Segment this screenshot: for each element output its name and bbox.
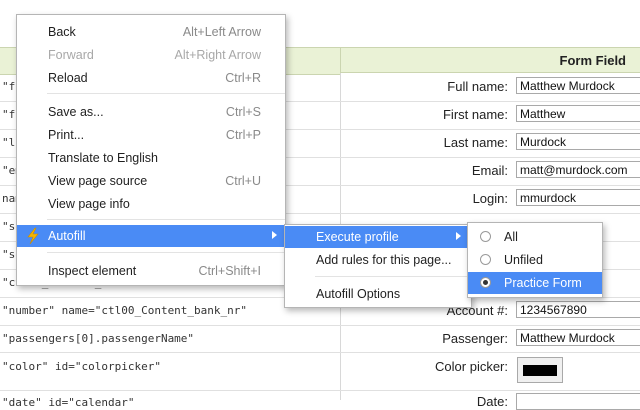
menu-item-shortcut: Alt+Left Arrow: [182, 25, 261, 39]
field-label-last-name: Last name:: [443, 135, 508, 150]
menu-item-shortcut: Ctrl+P: [225, 128, 261, 142]
menu-item-view-page-info[interactable]: View page info: [17, 193, 285, 215]
lightning-bolt-icon: [27, 227, 39, 245]
radio-button[interactable]: [480, 254, 491, 265]
code-snippet: "date" id="calendar": [2, 396, 135, 409]
code-snippet: "passengers[0].passengerName": [2, 332, 195, 345]
menu-item-inspect[interactable]: Inspect element Ctrl+Shift+I: [17, 260, 285, 282]
profile-option-unfiled[interactable]: Unfiled: [468, 249, 602, 271]
field-label-date: Date:: [476, 394, 508, 409]
row-divider: [0, 325, 640, 326]
menu-item-label: Inspect element: [48, 264, 137, 278]
menu-item-shortcut: Ctrl+Shift+I: [198, 264, 261, 278]
menu-separator: [47, 252, 285, 253]
submenu-arrow-icon: [272, 231, 277, 239]
radio-button[interactable]: [480, 231, 491, 242]
email-input[interactable]: matt@murdock.com: [516, 161, 640, 178]
row-divider: [0, 390, 640, 391]
menu-item-autofill[interactable]: Autofill: [17, 225, 285, 247]
menu-item-label: Execute profile: [316, 230, 399, 244]
field-label-full-name: Full name:: [447, 79, 508, 94]
autofill-submenu: Execute profile Add rules for this page.…: [284, 224, 472, 308]
menu-item-save-as[interactable]: Save as... Ctrl+S: [17, 101, 285, 123]
menu-item-label: Unfiled: [504, 253, 543, 267]
menu-item-label: All: [504, 230, 518, 244]
code-snippet: "color" id="colorpicker": [2, 360, 161, 373]
color-picker[interactable]: [517, 357, 563, 383]
menu-item-translate[interactable]: Translate to English: [17, 147, 285, 169]
menu-item-back[interactable]: Back Alt+Left Arrow: [17, 21, 285, 43]
field-label-login: Login:: [472, 191, 508, 206]
submenu-arrow-icon: [456, 232, 461, 240]
code-snippet: "number" name="ctl00_Content_bank_nr": [2, 304, 248, 317]
menu-item-label: Autofill: [48, 229, 86, 243]
menu-item-label: View page source: [48, 174, 148, 188]
menu-item-label: Print...: [48, 128, 85, 142]
radio-button-selected[interactable]: [480, 277, 491, 288]
form-field-header: Form Field: [559, 53, 626, 68]
profile-option-all[interactable]: All: [468, 226, 602, 248]
menu-item-shortcut: Alt+Right Arrow: [174, 48, 262, 62]
menu-item-label: Add rules for this page...: [316, 253, 452, 267]
menu-item-shortcut: Ctrl+R: [225, 71, 261, 85]
menu-item-view-source[interactable]: View page source Ctrl+U: [17, 170, 285, 192]
passenger-input[interactable]: Matthew Murdock: [516, 329, 640, 346]
menu-item-forward[interactable]: Forward Alt+Right Arrow: [17, 44, 285, 66]
menu-item-print[interactable]: Print... Ctrl+P: [17, 124, 285, 146]
menu-item-label: Back: [48, 25, 76, 39]
table-header-right: Form Field: [340, 47, 640, 73]
row-divider: [0, 352, 640, 353]
login-input[interactable]: mmurdock: [516, 189, 640, 206]
menu-separator: [315, 276, 471, 277]
menu-item-autofill-options[interactable]: Autofill Options: [285, 283, 471, 305]
menu-item-label: Translate to English: [48, 151, 159, 165]
menu-item-label: View page info: [48, 197, 130, 211]
menu-item-label: Reload: [48, 71, 88, 85]
date-input[interactable]: [516, 393, 640, 410]
menu-item-label: Practice Form: [504, 276, 582, 290]
menu-item-add-rules[interactable]: Add rules for this page...: [285, 249, 471, 271]
color-swatch: [523, 365, 557, 376]
menu-separator: [47, 219, 285, 220]
field-label-first-name: First name:: [442, 107, 508, 122]
field-label-email: Email:: [471, 163, 508, 178]
profile-option-practice-form[interactable]: Practice Form: [468, 272, 602, 294]
menu-separator: [47, 93, 285, 94]
field-label-passenger: Passenger:: [442, 331, 508, 346]
menu-item-label: Autofill Options: [316, 287, 401, 301]
context-menu: Back Alt+Left Arrow Forward Alt+Right Ar…: [16, 14, 286, 286]
menu-item-execute-profile[interactable]: Execute profile: [285, 226, 471, 248]
full-name-input[interactable]: Matthew Murdock: [516, 77, 640, 94]
first-name-input[interactable]: Matthew: [516, 105, 640, 122]
menu-item-shortcut: Ctrl+U: [225, 174, 261, 188]
account-input[interactable]: 1234567890: [516, 301, 640, 318]
menu-item-label: Forward: [48, 48, 94, 62]
last-name-input[interactable]: Murdock: [516, 133, 640, 150]
field-label-color: Color picker:: [435, 359, 508, 374]
menu-item-shortcut: Ctrl+S: [225, 105, 261, 119]
profile-submenu: All Unfiled Practice Form: [467, 222, 603, 298]
menu-item-label: Save as...: [48, 105, 104, 119]
menu-item-reload[interactable]: Reload Ctrl+R: [17, 67, 285, 89]
